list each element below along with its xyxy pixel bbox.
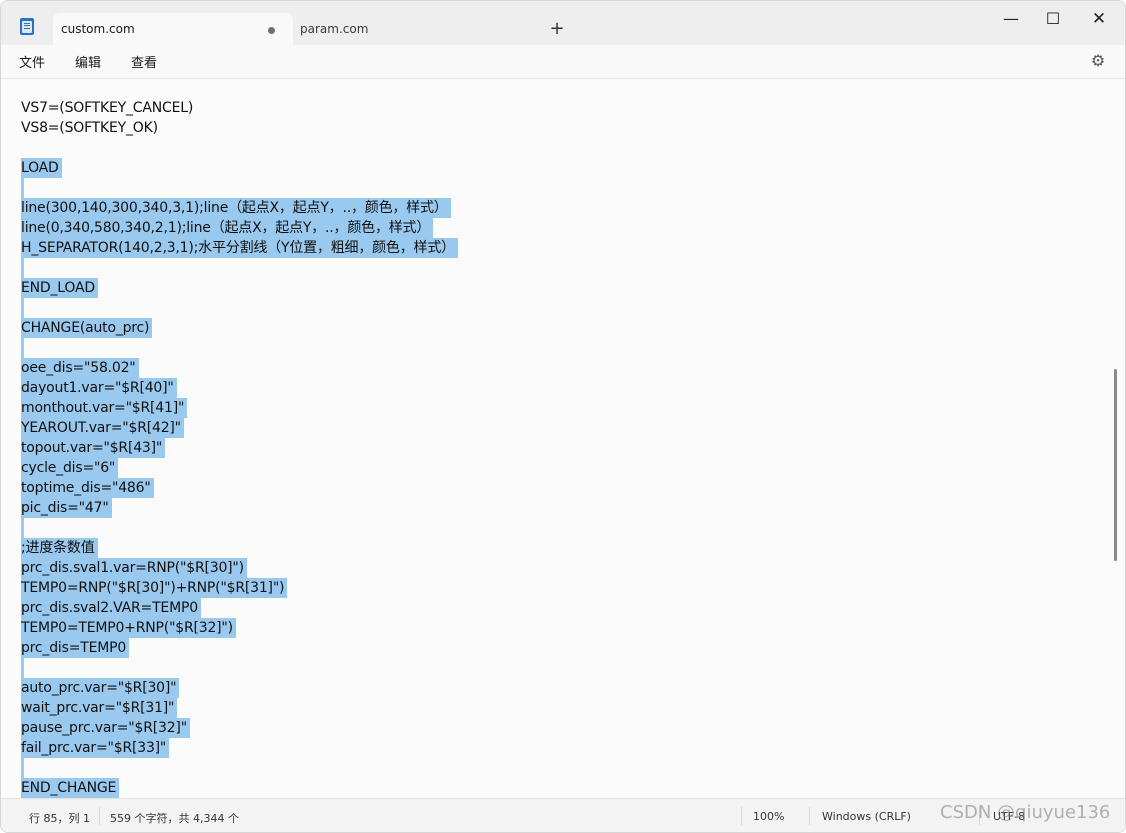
editor-line[interactable]: pic_dis="47" [21, 498, 112, 518]
editor-line[interactable]: END_LOAD [21, 278, 98, 298]
editor-line[interactable]: H_SEPARATOR(140,2,3,1);水平分割线（Y位置，粗细，颜色，样… [21, 238, 458, 258]
editor-line[interactable]: auto_prc.var="$R[30]" [21, 678, 180, 698]
character-count: 559 个字符，共 4,344 个 [110, 812, 239, 825]
editor-line[interactable]: line(300,140,300,340,3,1);line（起点X，起点Y，.… [21, 198, 451, 218]
close-button[interactable]: ✕ [1079, 5, 1119, 33]
editor-line[interactable] [21, 178, 24, 198]
editor-line[interactable] [21, 298, 24, 318]
vertical-scrollbar[interactable] [1111, 79, 1121, 798]
status-divider [99, 807, 100, 825]
tab-label: param.com [300, 22, 369, 36]
menu-edit[interactable]: 编辑 [75, 52, 101, 71]
editor-line[interactable]: TEMP0=RNP("$R[30]")+RNP("$R[31]") [21, 578, 288, 598]
editor-line[interactable] [21, 258, 24, 278]
editor-line[interactable]: CHANGE(auto_prc) [21, 318, 153, 338]
editor-line[interactable] [21, 658, 24, 678]
editor-line[interactable]: VS8=(SOFTKEY_OK) [21, 118, 158, 138]
editor-line[interactable]: VS7=(SOFTKEY_CANCEL) [21, 98, 193, 118]
editor-line[interactable]: END_CHANGE [21, 778, 120, 798]
watermark: CSDN @qiuyue136 [940, 802, 1111, 823]
editor-line[interactable]: wait_prc.var="$R[31]" [21, 698, 178, 718]
menu-bar: 文件 编辑 查看 ⚙ [1, 45, 1125, 79]
maximize-button[interactable]: ☐ [1033, 5, 1073, 33]
status-divider [809, 807, 810, 825]
editor-line[interactable]: cycle_dis="6" [21, 458, 119, 478]
menu-view[interactable]: 查看 [131, 52, 157, 71]
tab-label: custom.com [61, 22, 135, 36]
gear-icon[interactable]: ⚙ [1089, 52, 1107, 70]
status-divider [741, 807, 742, 825]
editor-line[interactable]: ;进度条数值 [21, 538, 98, 558]
menu-file[interactable]: 文件 [19, 52, 45, 71]
editor-line[interactable]: prc_dis.sval1.var=RNP("$R[30]") [21, 558, 247, 578]
tab-custom-com[interactable]: custom.com [53, 13, 293, 45]
editor-line[interactable]: YEAROUT.var="$R[42]" [21, 418, 184, 438]
zoom-level[interactable]: 100% [753, 810, 784, 823]
editor-line[interactable]: prc_dis=TEMP0 [21, 638, 130, 658]
editor-line[interactable]: prc_dis.sval2.VAR=TEMP0 [21, 598, 201, 618]
editor-line[interactable] [21, 518, 24, 538]
notepad-icon [20, 18, 34, 35]
editor-line[interactable]: topout.var="$R[43]" [21, 438, 166, 458]
editor-line[interactable]: fail_prc.var="$R[33]" [21, 738, 170, 758]
editor-line[interactable]: LOAD [21, 158, 62, 178]
editor-line[interactable]: dayout1.var="$R[40]" [21, 378, 177, 398]
cursor-position[interactable]: 行 85，列 1 [29, 810, 90, 826]
tab-param-com[interactable]: param.com [292, 13, 532, 45]
editor-line[interactable] [21, 338, 24, 358]
scrollbar-thumb[interactable] [1114, 369, 1117, 561]
new-tab-button[interactable]: + [545, 17, 569, 41]
notepad-window: custom.com param.com + — ☐ ✕ 文件 编辑 查看 ⚙ … [0, 0, 1126, 833]
editor-line[interactable]: toptime_dis="486" [21, 478, 154, 498]
editor-line[interactable]: oee_dis="58.02" [21, 358, 139, 378]
text-editor[interactable]: VS7=(SOFTKEY_CANCEL) VS8=(SOFTKEY_OK) LOAD… [1, 79, 1125, 798]
title-bar: custom.com param.com + — ☐ ✕ [1, 1, 1125, 45]
editor-line[interactable]: line(0,340,580,340,2,1);line（起点X，起点Y，..，… [21, 218, 434, 238]
minimize-button[interactable]: — [991, 5, 1031, 33]
editor-line[interactable]: monthout.var="$R[41]" [21, 398, 188, 418]
line-ending[interactable]: Windows (CRLF) [822, 810, 911, 823]
editor-line[interactable]: TEMP0=TEMP0+RNP("$R[32]") [21, 618, 236, 638]
editor-line[interactable]: pause_prc.var="$R[32]" [21, 718, 190, 738]
editor-line[interactable] [21, 758, 24, 778]
unsaved-dot-icon[interactable] [268, 27, 275, 34]
